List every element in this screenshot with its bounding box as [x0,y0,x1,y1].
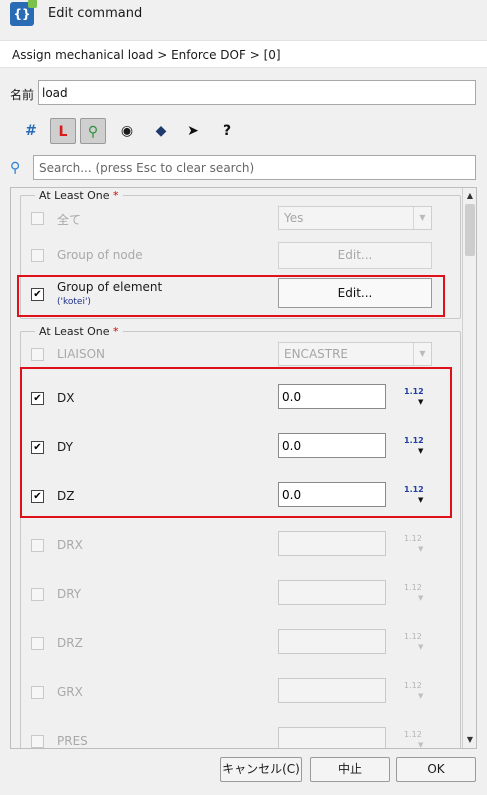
numeric-type-icon[interactable]: 1.12 ▼ [404,730,426,748]
cursor-help-icon[interactable]: ➤ [180,118,206,144]
cancel-button[interactable]: キャンセル(C) [220,757,302,782]
manual-icon[interactable]: ? [214,118,240,144]
label-drz: DRZ [57,636,83,650]
name-label: 名前 [10,88,35,102]
abort-button[interactable]: 中止 [310,757,390,782]
label-liaison: LIAISON [57,347,106,361]
row-drx: DRX 1.12 ▼ [21,531,462,561]
drx-input[interactable] [278,531,386,556]
numeric-type-icon[interactable]: 1.12 ▼ [404,632,426,654]
checkbox-drz[interactable] [31,637,44,650]
all-combo[interactable]: Yes ▼ [278,206,432,230]
chevron-down-icon: ▼ [413,207,431,229]
vertical-scrollbar[interactable]: ▲ ▼ [462,188,476,748]
name-input[interactable] [38,80,476,105]
chevron-down-icon: ▼ [413,343,431,365]
checkbox-group-of-node[interactable] [31,249,44,262]
ok-button[interactable]: OK [396,757,476,782]
label-grx: GRX [57,685,83,699]
pres-input[interactable] [278,727,386,748]
breadcrumb-bar: Assign mechanical load > Enforce DOF > [… [0,40,487,68]
label-drx: DRX [57,538,83,552]
app-edit-icon: {} [10,0,37,26]
numeric-type-icon[interactable]: 1.12 ▼ [404,534,426,556]
tree-visibility-icon[interactable]: ⚲ [80,118,106,144]
local-axes-icon[interactable]: L [50,118,76,144]
highlight-dx-dy-dz [20,367,452,518]
view-3d-icon[interactable]: ◆ [148,118,174,144]
drz-input[interactable] [278,629,386,654]
group-title: At Least One * [35,189,123,202]
group-title: At Least One * [35,325,123,338]
row-group-of-node: Group of node Edit... [21,241,462,271]
grx-input[interactable] [278,678,386,703]
row-all: 全て Yes ▼ [21,204,462,234]
checkbox-drx[interactable] [31,539,44,552]
title-bar: {} Edit command [0,0,487,28]
row-dry: DRY 1.12 ▼ [21,580,462,610]
breadcrumb: Assign mechanical load > Enforce DOF > [… [12,48,281,62]
hash-icon[interactable]: # [18,118,44,144]
scroll-up-icon[interactable]: ▲ [464,190,476,202]
checkbox-grx[interactable] [31,686,44,699]
liaison-combo[interactable]: ENCASTRE ▼ [278,342,432,366]
eye-icon[interactable]: ◉ [114,118,140,144]
scrollbar-thumb[interactable] [465,204,475,256]
search-icon: ⚲ [10,160,21,176]
search-input[interactable] [33,155,476,180]
label-all: 全て [57,213,82,227]
window-title: Edit command [48,6,143,21]
checkbox-liaison[interactable] [31,348,44,361]
row-liaison: LIAISON ENCASTRE ▼ [21,340,462,370]
label-pres: PRES [57,734,88,748]
checkbox-pres[interactable] [31,735,44,748]
row-drz: DRZ 1.12 ▼ [21,629,462,659]
dry-input[interactable] [278,580,386,605]
highlight-group-of-element [17,275,445,317]
scroll-down-icon[interactable]: ▼ [464,734,476,746]
row-grx: GRX 1.12 ▼ [21,678,462,708]
group-of-node-edit-button[interactable]: Edit... [278,242,432,269]
row-pres: PRES 1.12 ▼ [21,727,462,748]
checkbox-all[interactable] [31,212,44,225]
label-group-of-node: Group of node [57,248,143,262]
numeric-type-icon[interactable]: 1.12 ▼ [404,681,426,703]
label-dry: DRY [57,587,82,601]
checkbox-dry[interactable] [31,588,44,601]
numeric-type-icon[interactable]: 1.12 ▼ [404,583,426,605]
